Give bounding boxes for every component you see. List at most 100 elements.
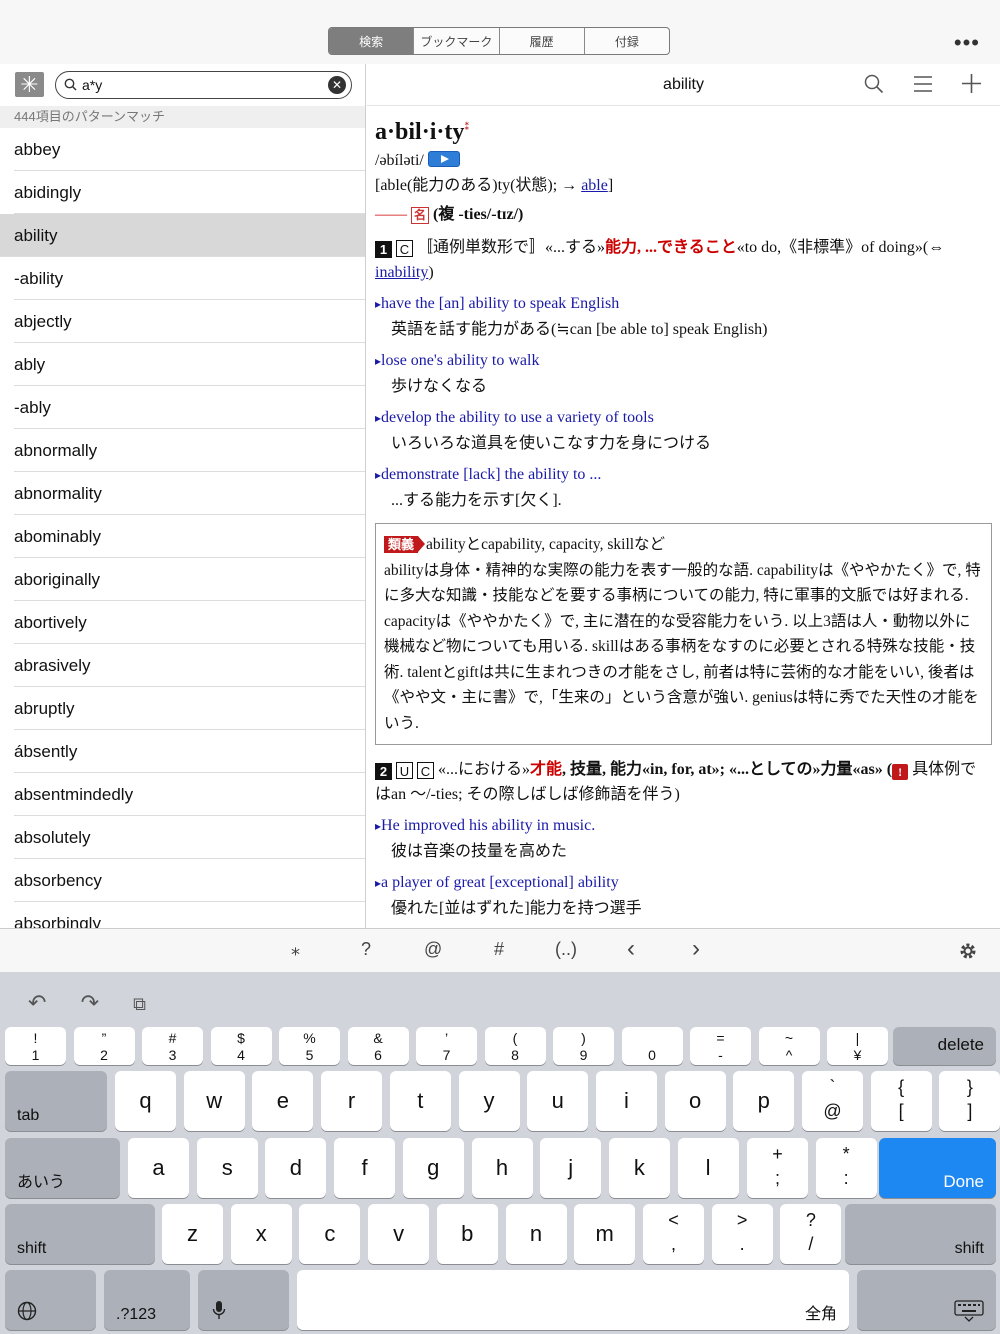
example-en[interactable]: have the [an] ability to speak English — [375, 291, 992, 317]
example-en[interactable]: lose one's ability to walk — [375, 348, 992, 374]
paste-icon[interactable]: ⧉ — [133, 994, 146, 1014]
list-item[interactable]: aboriginally — [14, 558, 365, 601]
delete-key[interactable]: delete — [893, 1027, 996, 1065]
key-o[interactable]: o — [664, 1071, 726, 1131]
key-r[interactable]: r — [321, 1071, 383, 1131]
wildcard-at-button[interactable]: @ — [424, 939, 442, 960]
key-v[interactable]: v — [368, 1204, 430, 1264]
cursor-right-button[interactable]: › — [692, 935, 700, 963]
wildcard-group-button[interactable]: (..) — [555, 939, 577, 960]
key-f[interactable]: f — [334, 1138, 396, 1198]
key-7[interactable]: ’ 7 — [416, 1027, 477, 1065]
key-w[interactable]: w — [183, 1071, 245, 1131]
shift-left-key[interactable]: shift — [5, 1204, 155, 1264]
kana-key[interactable]: あいう — [5, 1138, 120, 1198]
key-:[interactable]: *: — [815, 1138, 877, 1198]
list-item[interactable]: -ability — [14, 257, 365, 300]
list-item[interactable]: abominably — [14, 515, 365, 558]
key-d[interactable]: d — [265, 1138, 327, 1198]
globe-key[interactable] — [5, 1270, 96, 1330]
link-inability[interactable]: inability — [375, 264, 428, 281]
tab-search[interactable]: 検索 — [329, 28, 415, 54]
key-3[interactable]: #3 — [142, 1027, 203, 1065]
key-0[interactable]: 0 — [621, 1027, 683, 1065]
key-z[interactable]: z — [162, 1204, 223, 1264]
key-4[interactable]: $4 — [210, 1027, 272, 1065]
key--[interactable]: = - — [690, 1027, 751, 1065]
clear-icon[interactable]: ✕ — [328, 76, 346, 94]
key-n[interactable]: n — [505, 1204, 567, 1264]
key-x[interactable]: x — [230, 1204, 292, 1264]
key-p[interactable]: p — [733, 1071, 795, 1131]
key-b[interactable]: b — [436, 1204, 498, 1264]
tab-key[interactable]: tab — [5, 1071, 107, 1131]
key-^[interactable]: ~ ^ — [758, 1027, 820, 1065]
example-en[interactable]: demonstrate [lack] the ability to ... — [375, 462, 992, 488]
key-;[interactable]: +; — [747, 1138, 808, 1198]
link-able[interactable]: able — [581, 177, 608, 194]
list-item-selected[interactable]: ability — [0, 214, 365, 257]
key-,[interactable]: <, — [643, 1204, 704, 1264]
search-input[interactable] — [82, 75, 322, 95]
key-9[interactable]: ) 9 — [553, 1027, 614, 1065]
done-key[interactable]: Done — [879, 1138, 996, 1198]
list-item[interactable]: absorbency — [14, 859, 365, 902]
key-g[interactable]: g — [402, 1138, 464, 1198]
list-item[interactable]: abbey — [14, 128, 365, 171]
key-s[interactable]: s — [196, 1138, 258, 1198]
gear-icon[interactable] — [958, 941, 978, 961]
list-item[interactable]: abidingly — [14, 171, 365, 214]
key-1[interactable]: ! 1 — [5, 1027, 66, 1065]
dictation-key[interactable] — [198, 1270, 289, 1330]
play-audio-icon[interactable] — [427, 151, 460, 167]
key-m[interactable]: m — [574, 1204, 636, 1264]
key-][interactable]: }] — [939, 1071, 1000, 1131]
wildcard-icon[interactable]: ✳ — [15, 72, 44, 97]
key-q[interactable]: q — [115, 1071, 176, 1131]
list-item[interactable]: ably — [14, 343, 365, 386]
list-item[interactable]: abortively — [14, 601, 365, 644]
key-.[interactable]: >. — [711, 1204, 773, 1264]
key-u[interactable]: u — [527, 1071, 589, 1131]
list-item[interactable]: ábsently — [14, 730, 365, 773]
space-key[interactable]: 全角 — [297, 1270, 849, 1330]
key-¥[interactable]: | ¥ — [827, 1027, 888, 1065]
more-dots-icon[interactable]: ••• — [954, 30, 980, 56]
key-y[interactable]: y — [458, 1071, 520, 1131]
cursor-left-button[interactable]: ‹ — [627, 935, 635, 963]
undo-icon[interactable]: ↶ — [28, 990, 46, 1015]
key-a[interactable]: a — [128, 1138, 189, 1198]
example-en[interactable]: develop the ability to use a variety of … — [375, 405, 992, 431]
wildcard-hash-button[interactable]: # — [494, 939, 504, 960]
search-icon[interactable] — [864, 74, 884, 94]
list-item[interactable]: abjectly — [14, 300, 365, 343]
list-icon[interactable] — [913, 75, 933, 93]
list-item[interactable]: -ably — [14, 386, 365, 429]
key-l[interactable]: l — [677, 1138, 739, 1198]
list-item[interactable]: abnormally — [14, 429, 365, 472]
key-@[interactable]: ` @ — [802, 1071, 863, 1131]
key-6[interactable]: & 6 — [347, 1027, 409, 1065]
tab-bookmark[interactable]: ブックマーク — [414, 28, 500, 54]
key-2[interactable]: ” 2 — [73, 1027, 135, 1065]
list-item[interactable]: absolutely — [14, 816, 365, 859]
key-h[interactable]: h — [471, 1138, 533, 1198]
key-[[interactable]: {[ — [870, 1071, 932, 1131]
tab-history[interactable]: 履歴 — [500, 28, 585, 54]
key-j[interactable]: j — [540, 1138, 602, 1198]
key-/[interactable]: ? / — [780, 1204, 842, 1264]
example-en[interactable]: a player of great [exceptional] ability — [375, 870, 992, 896]
wildcard-asterisk-button[interactable]: ⁎ — [291, 939, 300, 960]
numbers-key[interactable]: .?123 — [104, 1270, 190, 1330]
key-i[interactable]: i — [595, 1071, 657, 1131]
key-c[interactable]: c — [299, 1204, 361, 1264]
key-5[interactable]: % 5 — [279, 1027, 340, 1065]
redo-icon[interactable]: ↷ — [81, 990, 99, 1015]
hide-keyboard-key[interactable] — [857, 1270, 996, 1330]
shift-right-key[interactable]: shift — [845, 1204, 996, 1264]
list-item[interactable]: abruptly — [14, 687, 365, 730]
list-item[interactable]: absentmindedly — [14, 773, 365, 816]
wildcard-question-button[interactable]: ? — [361, 939, 371, 960]
key-8[interactable]: (8 — [484, 1027, 546, 1065]
add-icon[interactable] — [961, 73, 982, 94]
